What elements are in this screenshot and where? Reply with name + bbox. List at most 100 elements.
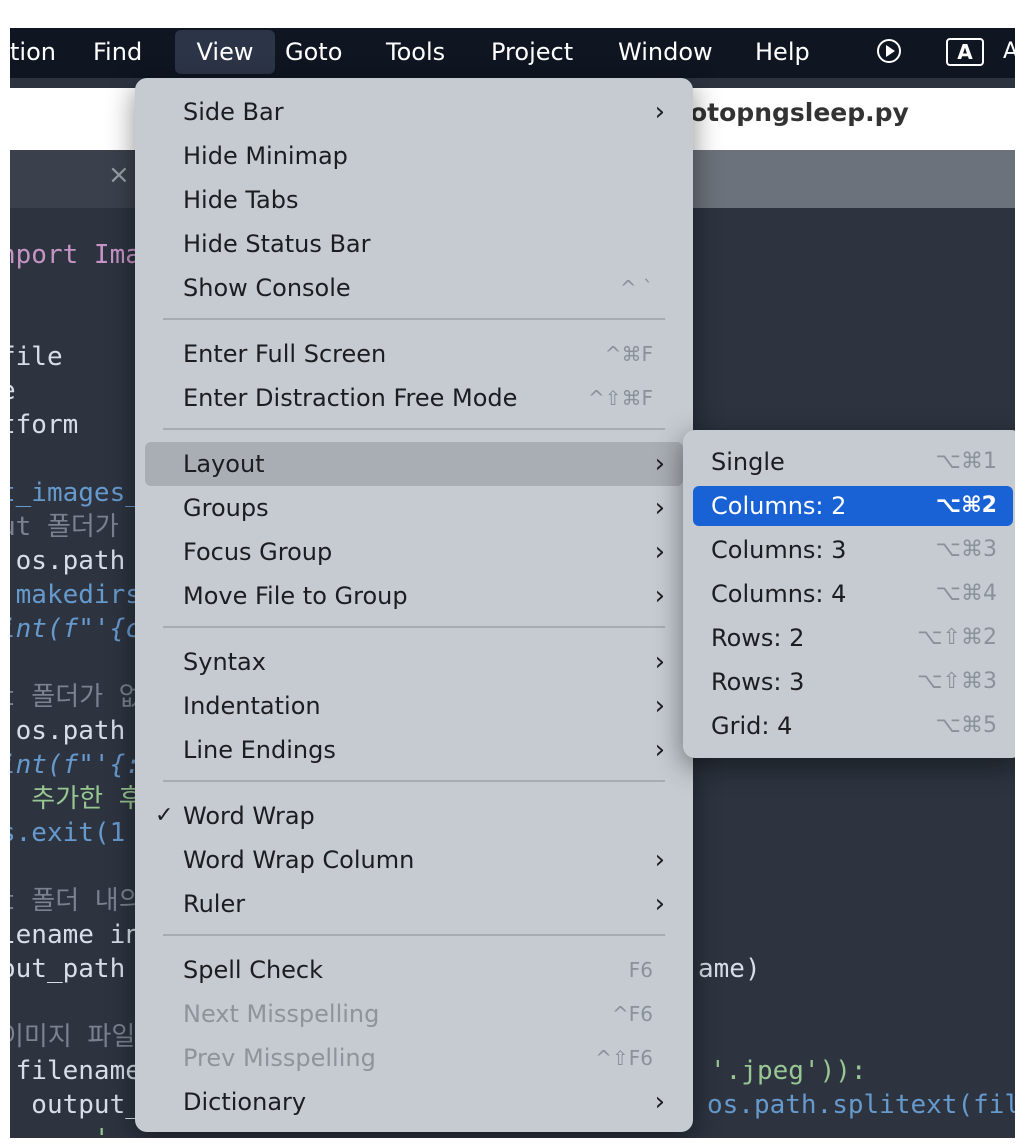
menu-item-shortcut: ^⇧⌘F	[587, 386, 653, 410]
menu-window[interactable]: Window	[618, 28, 713, 78]
menu-find[interactable]: Find	[93, 28, 142, 78]
chevron-right-icon: ›	[654, 647, 665, 677]
chevron-right-icon: ›	[654, 97, 665, 127]
menu-view[interactable]: View	[175, 30, 275, 74]
menu-item-label: Layout	[183, 450, 265, 478]
code-line: t 폴더가 없	[10, 682, 143, 712]
chevron-right-icon: ›	[654, 735, 665, 765]
menu-item-label: Side Bar	[183, 98, 284, 126]
tab[interactable]: ×	[10, 150, 145, 208]
chevron-right-icon: ›	[654, 493, 665, 523]
menu-item-label: Line Endings	[183, 736, 336, 764]
menu-item-shortcut: F6	[628, 958, 653, 982]
menu-item-ruler[interactable]: Ruler ›	[145, 882, 683, 926]
menu-item-dictionary[interactable]: Dictionary ›	[145, 1080, 683, 1124]
menu-project[interactable]: Project	[491, 28, 573, 78]
menu-help[interactable]: Help	[755, 28, 810, 78]
menu-item-label: Focus Group	[183, 538, 333, 566]
layout-item-label: Columns: 3	[711, 536, 847, 564]
menu-item-move-file-to-group[interactable]: Move File to Group ›	[145, 574, 683, 618]
menu-item-label: Hide Status Bar	[183, 230, 371, 258]
menu-item-label: Enter Distraction Free Mode	[183, 384, 518, 412]
menu-item-focus-group[interactable]: Focus Group ›	[145, 530, 683, 574]
menu-separator	[163, 780, 665, 782]
menu-item-enter-full-screen[interactable]: Enter Full Screen ^⌘F	[145, 332, 683, 376]
layout-item-grid-4[interactable]: Grid: 4 ⌥⌘5	[693, 706, 1013, 746]
layout-item-columns-2[interactable]: Columns: 2 ⌥⌘2	[693, 486, 1013, 526]
chevron-right-icon: ›	[654, 1087, 665, 1117]
view-menu: Side Bar › Hide Minimap Hide Tabs Hide Statu…	[135, 78, 693, 1132]
layout-item-shortcut: ⌥⌘2	[935, 493, 997, 518]
code-fragment: ame)	[698, 954, 761, 984]
menu-item-syntax[interactable]: Syntax ›	[145, 640, 683, 684]
menu-separator	[163, 934, 665, 936]
code-line: t 폴더 내의	[10, 886, 143, 916]
code-line: 이미지 파일	[10, 1022, 136, 1052]
menu-item-shortcut: ^⌘F	[604, 342, 653, 366]
menu-item-show-console[interactable]: Show Console ^ `	[145, 266, 683, 310]
code-fragment: '.jpeg')):	[710, 1056, 867, 1086]
input-source-icon[interactable]: A	[946, 38, 984, 66]
code-line: os.path	[10, 716, 126, 746]
menu-item-word-wrap-column[interactable]: Word Wrap Column ›	[145, 838, 683, 882]
menu-item-indentation[interactable]: Indentation ›	[145, 684, 683, 728]
menu-item-label: Spell Check	[183, 956, 324, 984]
code-line: .makedirs	[10, 580, 141, 610]
code-line: s.exit(1	[10, 818, 126, 848]
play-icon[interactable]	[876, 38, 902, 64]
layout-item-label: Columns: 4	[711, 580, 847, 608]
menu-item-label: Syntax	[183, 648, 266, 676]
menu-item-label: Enter Full Screen	[183, 340, 387, 368]
menu-separator	[163, 428, 665, 430]
close-icon[interactable]: ×	[108, 160, 130, 190]
code-line: lename in	[10, 920, 141, 950]
menu-item-label: Dictionary	[183, 1088, 307, 1116]
menu-item-prev-misspelling: Prev Misspelling ^⇧F6	[145, 1036, 683, 1080]
code-line: out_path	[10, 954, 126, 984]
layout-item-columns-3[interactable]: Columns: 3 ⌥⌘3	[693, 530, 1013, 570]
menu-item-label: Prev Misspelling	[183, 1044, 376, 1072]
code-line: 추가한 후	[10, 784, 143, 814]
chevron-right-icon: ›	[654, 889, 665, 919]
layout-item-columns-4[interactable]: Columns: 4 ⌥⌘4	[693, 574, 1013, 614]
layout-item-shortcut: ⌥⌘1	[935, 449, 997, 474]
code-line: file	[10, 342, 63, 372]
menu-goto[interactable]: Goto	[285, 28, 342, 78]
layout-item-label: Grid: 4	[711, 712, 793, 740]
menu-item-label: Move File to Group	[183, 582, 408, 610]
chevron-right-icon: ›	[654, 691, 665, 721]
menu-extra: A	[1003, 39, 1015, 64]
menu-item-side-bar[interactable]: Side Bar ›	[145, 90, 683, 134]
layout-item-rows-3[interactable]: Rows: 3 ⌥⇧⌘3	[693, 662, 1013, 702]
layout-item-shortcut: ⌥⌘3	[935, 537, 997, 562]
code-line: int(f"'{:	[10, 750, 141, 780]
code-line: int(f"'{c	[10, 614, 141, 644]
menu-item-hide-tabs[interactable]: Hide Tabs	[145, 178, 683, 222]
menu-item-label: Show Console	[183, 274, 351, 302]
layout-item-label: Single	[711, 448, 785, 476]
menu-item-enter-distraction-free-mode[interactable]: Enter Distraction Free Mode ^⇧⌘F	[145, 376, 683, 420]
chevron-right-icon: ›	[654, 537, 665, 567]
menu-item-hide-minimap[interactable]: Hide Minimap	[145, 134, 683, 178]
menu-item-hide-status-bar[interactable]: Hide Status Bar	[145, 222, 683, 266]
code-line: e	[10, 374, 16, 408]
menu-item-word-wrap[interactable]: ✓ Word Wrap	[145, 794, 683, 838]
menu-tools[interactable]: Tools	[386, 28, 445, 78]
menu-item-label: Hide Minimap	[183, 142, 348, 170]
file-title: otopngsleep.py	[690, 98, 909, 127]
menu-item-label: Hide Tabs	[183, 186, 299, 214]
menu-item-label: Word Wrap	[183, 802, 315, 830]
menu-item-spell-check[interactable]: Spell Check F6	[145, 948, 683, 992]
menu-item-label: Groups	[183, 494, 269, 522]
chevron-right-icon: ›	[654, 449, 665, 479]
chevron-right-icon: ›	[654, 845, 665, 875]
code-line: '	[10, 1122, 110, 1138]
layout-item-rows-2[interactable]: Rows: 2 ⌥⇧⌘2	[693, 618, 1013, 658]
menu-item-layout[interactable]: Layout ›	[145, 442, 683, 486]
chevron-right-icon: ›	[654, 581, 665, 611]
layout-item-single[interactable]: Single ⌥⌘1	[693, 442, 1013, 482]
menu-item-line-endings[interactable]: Line Endings ›	[145, 728, 683, 772]
menu-bar: tion Find View Goto Tools Project Window…	[10, 28, 1015, 78]
menu-selection[interactable]: tion	[10, 28, 56, 78]
menu-item-groups[interactable]: Groups ›	[145, 486, 683, 530]
